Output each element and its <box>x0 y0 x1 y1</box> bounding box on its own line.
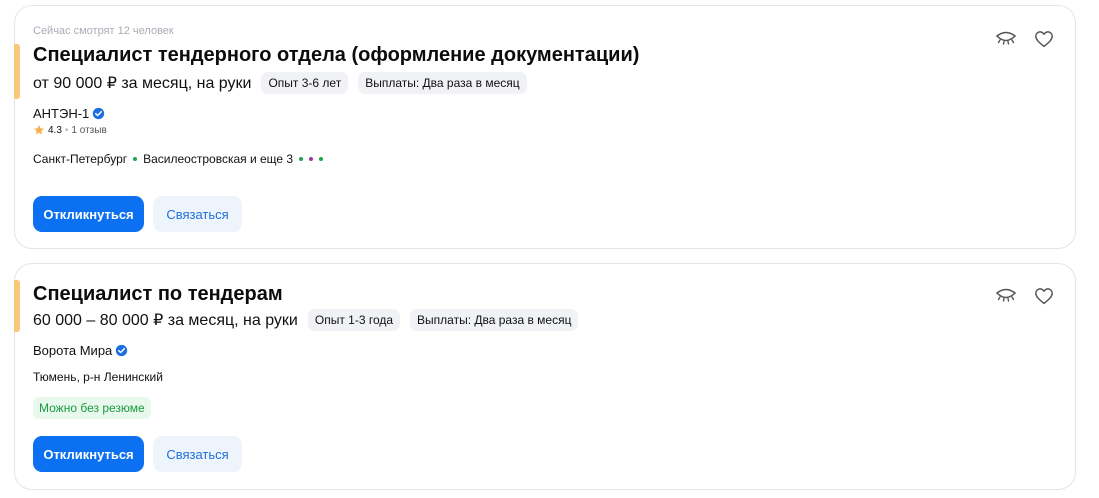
vacancy-card[interactable]: Специалист по тендерам 60 000 – 80 000 ₽… <box>14 263 1076 490</box>
apply-button[interactable]: Откликнуться <box>33 196 144 232</box>
salary: от 90 000 ₽ за месяц, на руки <box>33 75 252 92</box>
separator-dot: • <box>64 124 69 136</box>
apply-button[interactable]: Откликнуться <box>33 436 144 472</box>
company-name[interactable]: Ворота Мира <box>33 343 112 358</box>
experience-chip: Опыт 3-6 лет <box>261 72 349 94</box>
contact-button[interactable]: Связаться <box>153 436 242 472</box>
company-name-row[interactable]: Ворота Мира <box>33 343 128 358</box>
location-row: Санкт-Петербург Василеостровская и еще 3 <box>33 152 324 166</box>
metro-line-dot <box>133 157 138 161</box>
viewing-now-label: Сейчас смотрят 12 человек <box>33 25 174 37</box>
vacancy-title[interactable]: Специалист по тендерам <box>33 283 283 306</box>
metro-station: Василеостровская и еще 3 <box>143 152 294 166</box>
payouts-chip: Выплаты: Два раза в месяц <box>410 309 579 331</box>
eye-closed-icon[interactable] <box>994 284 1018 308</box>
vacancy-card[interactable]: Сейчас смотрят 12 человек Специалист тен… <box>14 5 1076 249</box>
metro-line-dot <box>309 157 314 161</box>
highlight-accent-bar <box>14 280 20 332</box>
heart-icon[interactable] <box>1032 284 1056 308</box>
metro-line-dot <box>319 157 324 161</box>
company-rating[interactable]: 4.3 • 1 отзыв <box>33 124 107 136</box>
address: Тюмень, р-н Ленинский <box>33 370 163 384</box>
payouts-chip: Выплаты: Два раза в месяц <box>358 72 527 94</box>
heart-icon[interactable] <box>1032 27 1056 51</box>
company-name[interactable]: АНТЭН-1 <box>33 106 89 121</box>
salary: 60 000 – 80 000 ₽ за месяц, на руки <box>33 312 298 329</box>
vacancy-title[interactable]: Специалист тендерного отдела (оформление… <box>33 44 639 67</box>
verified-check-icon <box>92 107 105 120</box>
contact-button[interactable]: Связаться <box>153 196 242 232</box>
metro-line-dot <box>299 157 304 161</box>
highlight-accent-bar <box>14 44 20 99</box>
company-name-row[interactable]: АНТЭН-1 <box>33 106 105 121</box>
city: Санкт-Петербург <box>33 152 128 166</box>
reviews-count[interactable]: 1 отзыв <box>71 125 106 136</box>
eye-closed-icon[interactable] <box>994 27 1018 51</box>
no-resume-badge: Можно без резюме <box>33 397 151 419</box>
star-icon <box>33 124 45 136</box>
verified-check-icon <box>115 344 128 357</box>
experience-chip: Опыт 1-3 года <box>307 309 401 331</box>
location-row: Тюмень, р-н Ленинский <box>33 370 163 384</box>
vacancy-meta-row: от 90 000 ₽ за месяц, на руки Опыт 3-6 л… <box>33 72 527 94</box>
vacancy-meta-row: 60 000 – 80 000 ₽ за месяц, на руки Опыт… <box>33 309 579 331</box>
rating-value: 4.3 <box>48 124 62 136</box>
